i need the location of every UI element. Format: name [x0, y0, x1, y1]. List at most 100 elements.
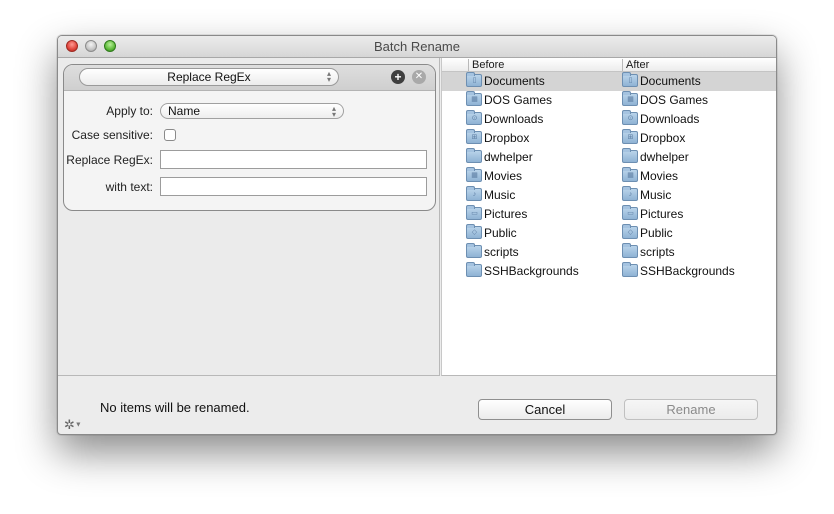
folder-glyph: [471, 248, 478, 255]
file-name: Dropbox: [484, 131, 530, 145]
cell-after: dwhelper: [622, 148, 689, 167]
cell-before: ⊙ Downloads: [466, 110, 543, 129]
cell-after: scripts: [622, 243, 675, 262]
file-name: SSHBackgrounds: [640, 264, 735, 278]
table-row[interactable]: ▯ Documents ▯ Documents: [442, 72, 776, 91]
column-header-before[interactable]: Before: [468, 59, 504, 71]
folder-glyph: [627, 248, 634, 255]
cell-before: scripts: [466, 243, 519, 262]
folder-glyph: [471, 153, 478, 160]
case-sensitive-checkbox[interactable]: [164, 129, 176, 141]
close-window-button[interactable]: [66, 40, 78, 52]
cell-before: ♪ Music: [466, 186, 515, 205]
downloads-folder-icon: ⊙: [622, 110, 638, 126]
file-name: scripts: [640, 245, 675, 259]
documents-folder-icon: ▯: [622, 72, 638, 88]
file-name: Downloads: [640, 112, 700, 126]
file-name: Movies: [640, 169, 679, 183]
table-row[interactable]: ▦ Movies ▦ Movies: [442, 167, 776, 186]
file-name: dwhelper: [484, 150, 533, 164]
rename-button[interactable]: Rename: [624, 399, 758, 420]
cell-before: ▦ DOS Games: [466, 91, 552, 110]
movies-folder-icon: ▦: [622, 167, 638, 183]
file-name: Dropbox: [640, 131, 686, 145]
apply-to-row: Apply to: Name ▴ ▾: [64, 101, 435, 121]
folder-glyph: ⊙: [627, 115, 634, 123]
with-text-input[interactable]: [160, 177, 427, 196]
table-row[interactable]: ⊙ Downloads ⊙ Downloads: [442, 110, 776, 129]
file-name: Pictures: [484, 207, 528, 221]
minimize-window-button[interactable]: [85, 40, 97, 52]
rule-type-value: Replace RegEx: [167, 70, 251, 84]
cell-before: ▦ Movies: [466, 167, 522, 186]
folder-glyph: ▯: [628, 77, 633, 85]
applications-folder-icon: ▦: [466, 91, 482, 107]
folder-icon: [622, 148, 638, 164]
case-sensitive-row: Case sensitive:: [64, 125, 435, 145]
rule-type-select[interactable]: Replace RegEx ▴ ▾: [79, 68, 339, 86]
public-folder-icon: ◇: [622, 224, 638, 240]
table-row[interactable]: ▦ DOS Games ▦ DOS Games: [442, 91, 776, 110]
file-name: Documents: [640, 74, 701, 88]
replace-regex-label: Replace RegEx:: [66, 153, 153, 167]
folder-glyph: ▭: [627, 210, 634, 218]
cell-before: SSHBackgrounds: [466, 262, 579, 281]
table-row[interactable]: scripts scripts: [442, 243, 776, 262]
table-row[interactable]: dwhelper dwhelper: [442, 148, 776, 167]
folder-glyph: ▭: [471, 210, 478, 218]
folder-glyph: ♪: [628, 191, 633, 199]
file-name: Pictures: [640, 207, 684, 221]
folder-glyph: ▦: [471, 96, 478, 104]
file-name: dwhelper: [640, 150, 689, 164]
replace-regex-input[interactable]: [160, 150, 427, 169]
plus-circle-icon: +: [394, 70, 402, 84]
file-name: Movies: [484, 169, 523, 183]
folder-glyph: ⊙: [471, 115, 478, 123]
applications-folder-icon: ▦: [622, 91, 638, 107]
table-row[interactable]: SSHBackgrounds SSHBackgrounds: [442, 262, 776, 281]
table-row[interactable]: ▭ Pictures ▭ Pictures: [442, 205, 776, 224]
cell-before: ▭ Pictures: [466, 205, 527, 224]
downloads-folder-icon: ⊙: [466, 110, 482, 126]
cell-after: ▭ Pictures: [622, 205, 683, 224]
file-name: DOS Games: [484, 93, 553, 107]
folder-icon: [466, 148, 482, 164]
remove-rule-button[interactable]: ✕: [412, 70, 426, 84]
preview-table: Before After ▯ Documents ▯ Documents ▦ DOS Ga…: [441, 58, 776, 376]
cancel-button[interactable]: Cancel: [478, 399, 612, 420]
status-message: No items will be renamed.: [100, 400, 250, 415]
pictures-folder-icon: ▭: [622, 205, 638, 221]
column-header-after[interactable]: After: [622, 59, 649, 71]
documents-folder-icon: ▯: [466, 72, 482, 88]
apply-to-label: Apply to:: [106, 104, 153, 118]
with-text-row: with text:: [64, 177, 435, 197]
table-row[interactable]: ⊞ Dropbox ⊞ Dropbox: [442, 129, 776, 148]
title-bar: Batch Rename: [58, 36, 776, 58]
folder-icon: [622, 243, 638, 259]
gear-icon: ✲: [64, 417, 75, 432]
apply-to-value: Name: [168, 104, 201, 118]
folder-icon: [466, 262, 482, 278]
folder-glyph: ◇: [471, 229, 478, 237]
cell-before: ◇ Public: [466, 224, 517, 243]
cell-before: ▯ Documents: [466, 72, 545, 91]
table-row[interactable]: ♪ Music ♪ Music: [442, 186, 776, 205]
file-name: Public: [640, 226, 673, 240]
folder-glyph: [627, 153, 634, 160]
chevron-down-icon: ▼: [74, 421, 82, 429]
action-menu-button[interactable]: ✲▼: [64, 418, 82, 433]
table-row[interactable]: ◇ Public ◇ Public: [442, 224, 776, 243]
select-stepper-icon: ▴ ▾: [331, 104, 336, 119]
folder-glyph: [471, 267, 478, 274]
cell-after: ▦ Movies: [622, 167, 678, 186]
folder-icon: [622, 262, 638, 278]
cell-after: ◇ Public: [622, 224, 673, 243]
folder-icon: [466, 243, 482, 259]
rules-pane: Replace RegEx ▴ ▾ + ✕ Apply to: Name ▴ ▾ C…: [58, 58, 440, 376]
apply-to-select[interactable]: Name ▴ ▾: [160, 103, 344, 119]
add-rule-button[interactable]: +: [391, 70, 405, 84]
file-name: Downloads: [484, 112, 544, 126]
dropbox-folder-icon: ⊞: [622, 129, 638, 145]
zoom-window-button[interactable]: [104, 40, 116, 52]
batch-rename-window: Batch Rename Replace RegEx ▴ ▾ + ✕ Apply …: [57, 35, 777, 435]
